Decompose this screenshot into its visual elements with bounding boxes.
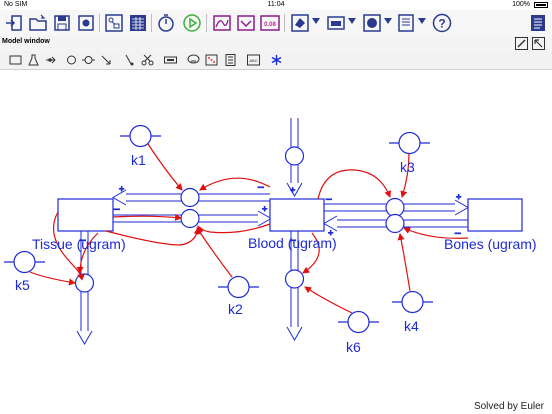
- parameter-k2-label: k2: [228, 301, 243, 317]
- edit-mode-icon[interactable]: [515, 37, 528, 50]
- tool-palette: ABC: [0, 51, 552, 70]
- variable-tool-icon[interactable]: [65, 54, 78, 66]
- parameter-k5-label: k5: [15, 277, 30, 293]
- chart-icon[interactable]: [236, 13, 256, 33]
- flow-valve[interactable]: [284, 269, 305, 289]
- globe-dropdown-arrow[interactable]: [384, 18, 392, 24]
- parameter-k3-label: k3: [400, 159, 415, 175]
- open-icon[interactable]: [4, 13, 24, 33]
- parameter-k6[interactable]: [338, 310, 379, 334]
- toolbar-separator: [99, 14, 100, 32]
- clock-label: 11:04: [267, 1, 285, 8]
- model-icon[interactable]: [104, 13, 124, 33]
- window-dropdown-arrow[interactable]: [348, 18, 356, 24]
- flow-valve[interactable]: [74, 273, 95, 293]
- svg-text:ABC: ABC: [249, 58, 257, 63]
- flow-tool-icon[interactable]: [45, 54, 58, 66]
- model-window-title: Model window: [2, 38, 50, 45]
- compartment-tool-icon[interactable]: [9, 54, 22, 66]
- document-dropdown-arrow[interactable]: [418, 18, 426, 24]
- influence-tool-icon[interactable]: [100, 54, 113, 66]
- document-icon[interactable]: [396, 13, 416, 33]
- table-icon[interactable]: [128, 13, 148, 33]
- mode-value-label: 0.08: [264, 22, 276, 28]
- compartment-tissue-label: Tissue (ugram): [32, 236, 126, 252]
- star-tool-icon[interactable]: [270, 54, 283, 66]
- text-tool-icon[interactable]: ABC: [247, 54, 260, 66]
- toolbar-separator: [151, 14, 152, 32]
- toolbar-separator: [284, 14, 285, 32]
- svg-text:+: +: [290, 185, 295, 195]
- svg-text:+: +: [456, 192, 461, 202]
- main-toolbar: 0.08 ?: [0, 10, 552, 37]
- flask-tool-icon[interactable]: [27, 54, 40, 66]
- save-icon[interactable]: [52, 13, 72, 33]
- graph-icon[interactable]: [212, 13, 232, 33]
- compartment-bones-label: Bones (ugram): [444, 236, 537, 252]
- compartment-bones[interactable]: [467, 198, 523, 232]
- status-bar: No SIM 11:04 100%: [0, 0, 552, 10]
- comment-tool-icon[interactable]: [187, 54, 200, 66]
- paint-icon[interactable]: [290, 13, 310, 33]
- run-icon[interactable]: [182, 13, 202, 33]
- array-tool-icon[interactable]: [224, 54, 237, 66]
- svg-text:+: +: [119, 184, 124, 194]
- parameter-k1[interactable]: [120, 124, 161, 148]
- folder-icon[interactable]: [28, 13, 48, 33]
- parameter-k4-label: k4: [404, 318, 419, 334]
- flow-valve[interactable]: [385, 213, 405, 234]
- connector-tool-icon[interactable]: [123, 54, 136, 66]
- flow-valve[interactable]: [385, 197, 405, 218]
- submodel-tool-icon[interactable]: [164, 54, 177, 66]
- svg-text:+: +: [262, 204, 267, 214]
- parameter-k6-label: k6: [346, 339, 361, 355]
- solver-label: Solved by Euler: [473, 401, 544, 412]
- model-window-bar: Model window: [0, 36, 552, 51]
- scissors-tool-icon[interactable]: [141, 54, 154, 66]
- dice-tool-icon[interactable]: [205, 54, 218, 66]
- toolbar-separator: [206, 14, 207, 32]
- compartment-blood[interactable]: [269, 198, 325, 232]
- record-icon[interactable]: [76, 13, 96, 33]
- flow-valve[interactable]: [180, 187, 200, 208]
- flow-valve[interactable]: [180, 208, 200, 229]
- battery-label: 100%: [512, 1, 530, 8]
- flow-valve[interactable]: [284, 146, 305, 166]
- number-display-icon[interactable]: 0.08: [260, 13, 280, 33]
- globe-icon[interactable]: [362, 13, 382, 33]
- battery-icon: [534, 2, 548, 8]
- stopwatch-icon[interactable]: [156, 13, 176, 33]
- svg-text:?: ?: [438, 17, 445, 31]
- parameter-k5[interactable]: [4, 250, 45, 274]
- compartment-tissue[interactable]: [57, 198, 114, 232]
- expand-window-icon[interactable]: [532, 37, 545, 50]
- parameter-k4[interactable]: [392, 290, 433, 314]
- window-icon[interactable]: [326, 13, 346, 33]
- notes-icon[interactable]: [528, 13, 548, 33]
- compartment-blood-label: Blood (ugram): [248, 235, 337, 251]
- parameter-k2[interactable]: [218, 275, 259, 299]
- parameter-k1-label: k1: [131, 152, 146, 168]
- svg-text:–: –: [114, 204, 120, 215]
- help-icon[interactable]: ?: [432, 13, 452, 33]
- svg-text:–: –: [326, 194, 332, 205]
- parameter-tool-icon[interactable]: [82, 54, 95, 66]
- model-canvas[interactable]: + – – + – + + – + – – Tissue (ugram) Blo…: [0, 70, 552, 414]
- parameter-k3[interactable]: [389, 131, 430, 155]
- paint-dropdown-arrow[interactable]: [312, 18, 320, 24]
